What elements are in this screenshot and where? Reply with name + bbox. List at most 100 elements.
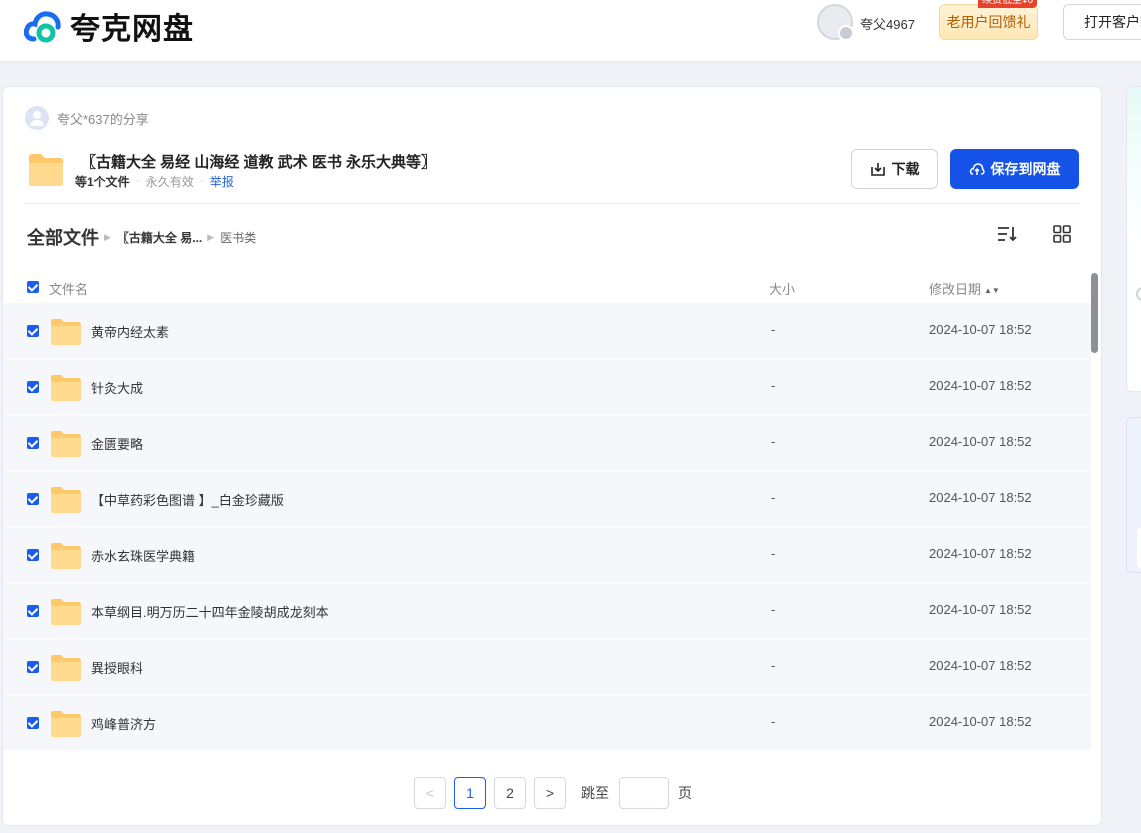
share-card: 夸父*637的分享 〖古籍大全 易经 山海经 道教 武术 医书 永乐大典等〗 等… [2,86,1102,826]
breadcrumb: 全部文件 ▶ 〖古籍大全 易... ▶ 医书类 [27,224,256,250]
file-name[interactable]: 针灸大成 [91,378,143,397]
side-panel-banner [1127,87,1141,237]
sharer-avatar-icon [25,106,49,130]
table-header: 文件名 大小 修改日期 ▲▼ [3,271,1091,303]
folder-icon [51,319,81,345]
save-to-drive-button[interactable]: 保存到网盘 [950,149,1079,189]
file-date: 2024-10-07 18:52 [929,322,1032,337]
column-name: 文件名 [49,282,89,297]
share-meta: 等1个文件 · 永久有效 · 举报 [75,173,234,190]
download-button[interactable]: 下载 [851,149,938,189]
divider [25,203,1079,204]
folder-icon [29,154,63,186]
file-list: 黄帝内经太素 - 2024-10-07 18:52 针灸大成 - 2024-10-07 1… [3,303,1091,761]
page-1-button[interactable]: 1 [454,777,486,809]
file-size: - [771,658,776,673]
jump-unit: 页 [678,785,692,801]
open-client-button[interactable]: 打开客户端 [1063,4,1141,40]
share-title: 〖古籍大全 易经 山海经 道教 武术 医书 永乐大典等〗 [81,154,437,171]
validity-text: 永久有效 [145,175,194,189]
file-size: - [771,322,776,337]
table-row[interactable]: 针灸大成 - 2024-10-07 18:52 [3,359,1091,415]
file-date: 2024-10-07 18:52 [929,434,1032,449]
row-checkbox[interactable] [27,549,39,561]
file-name[interactable]: 黄帝内经太素 [91,322,169,341]
row-checkbox[interactable] [27,717,39,729]
file-name[interactable]: 鸡峰普济方 [91,714,156,733]
sort-caret-icon: ▲▼ [984,286,1000,295]
breadcrumb-root[interactable]: 全部文件 [27,224,99,250]
file-name[interactable]: 本草纲目.明万历二十四年金陵胡成龙刻本 [91,602,329,621]
row-checkbox[interactable] [27,437,39,449]
sharer-info: 夸父*637的分享 [25,106,149,130]
table-row[interactable]: 【中草药彩色图谱 】_白金珍藏版 - 2024-10-07 18:52 [3,471,1091,527]
file-name[interactable]: 異授眼科 [91,658,143,677]
download-label: 下载 [891,161,920,177]
file-name[interactable]: 【中草药彩色图谱 】_白金珍藏版 [91,490,284,509]
column-size: 大小 [769,282,796,297]
grid-view-icon[interactable] [1052,224,1072,244]
folder-icon [51,599,81,625]
next-page-button[interactable]: > [534,777,566,809]
column-date-label: 修改日期 [929,282,982,297]
table-row[interactable]: 金匮要略 - 2024-10-07 18:52 [3,415,1091,471]
jump-page-input[interactable] [619,777,669,809]
quark-logo[interactable]: 夸克网盘 [24,4,194,48]
breadcrumb-item[interactable]: 〖古籍大全 易... [117,229,202,246]
file-size: - [771,490,776,505]
column-date[interactable]: 修改日期 ▲▼ [929,279,1000,298]
row-checkbox[interactable] [27,661,39,673]
sort-icon[interactable] [996,224,1018,244]
file-name[interactable]: 赤水玄珠医学典籍 [91,546,195,565]
file-size: - [771,714,776,729]
table-row[interactable]: 鸡峰普济方 - 2024-10-07 18:52 [3,695,1091,751]
breadcrumb-separator-icon: ▶ [207,231,215,242]
file-size: - [771,546,776,561]
file-date: 2024-10-07 18:52 [929,378,1032,393]
folder-icon [51,431,81,457]
promo-button[interactable]: 老用户回馈礼 [939,4,1038,40]
file-size: - [771,434,776,449]
side-panel-circle-icon [1136,287,1141,301]
select-all-checkbox[interactable] [27,281,39,293]
scrollbar-thumb[interactable] [1091,273,1098,353]
file-date: 2024-10-07 18:52 [929,546,1032,561]
table-row[interactable]: 黄帝内经太素 - 2024-10-07 18:52 [3,303,1091,359]
side-panel [1126,86,1141,392]
folder-icon [51,655,81,681]
download-icon [870,163,885,176]
user-avatar[interactable] [817,4,854,41]
file-date: 2024-10-07 18:52 [929,714,1032,729]
promo-badge: 续费低至¥6 [978,0,1038,8]
meta-separator: · [199,173,204,187]
table-row[interactable]: 赤水玄珠医学典籍 - 2024-10-07 18:52 [3,527,1091,583]
page-2-button[interactable]: 2 [494,777,526,809]
folder-icon [51,543,81,569]
jump-label: 跳至 [581,785,609,801]
row-checkbox[interactable] [27,493,39,505]
top-header: 夸克网盘 夸父4967 老用户回馈礼 续费低至¥6 打开客户端 [0,0,1141,62]
report-link[interactable]: 举报 [210,173,234,190]
row-checkbox[interactable] [27,325,39,337]
cloud-logo-icon [24,11,61,43]
table-row[interactable]: 本草纲目.明万历二十四年金陵胡成龙刻本 - 2024-10-07 18:52 [3,583,1091,639]
folder-icon [51,375,81,401]
row-checkbox[interactable] [27,381,39,393]
cloud-upload-icon [969,163,985,175]
brand-name: 夸克网盘 [70,13,194,46]
sharer-name: 夸父*637的分享 [57,111,149,127]
folder-icon [51,487,81,513]
table-row[interactable]: 異授眼科 - 2024-10-07 18:52 [3,639,1091,695]
pagination: < 1 2 > 跳至 页 [414,777,692,809]
file-size: - [771,378,776,393]
meta-separator: · [135,173,140,187]
user-name[interactable]: 夸父4967 [860,14,915,33]
file-name[interactable]: 金匮要略 [91,434,143,453]
side-promo-panel [1126,417,1141,573]
file-date: 2024-10-07 18:52 [929,602,1032,617]
file-count: 等1个文件 [75,175,130,189]
prev-page-button[interactable]: < [414,777,446,809]
save-label: 保存到网盘 [990,161,1061,177]
file-size: - [771,602,776,617]
row-checkbox[interactable] [27,605,39,617]
